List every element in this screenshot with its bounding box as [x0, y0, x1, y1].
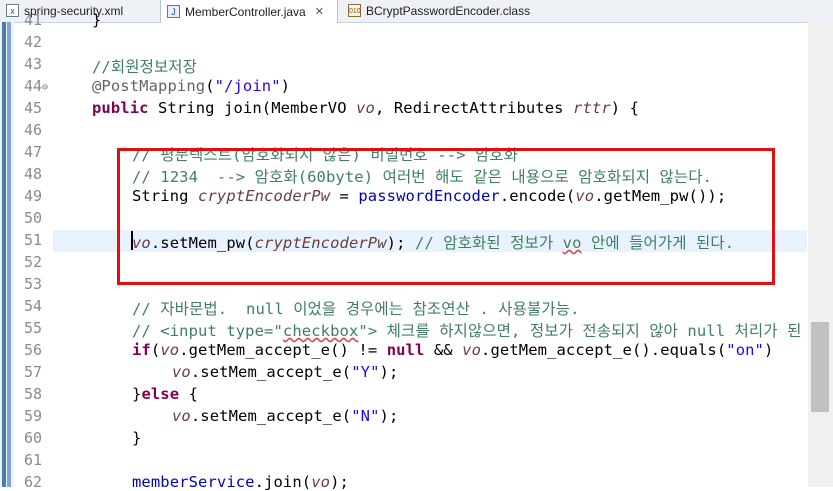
code-line[interactable]: vo.setMem_accept_e("Y");: [172, 363, 398, 381]
line-number: 57: [23, 363, 42, 381]
line-number: 51: [23, 231, 42, 249]
line-number: 52: [23, 253, 42, 271]
line-number: 41: [23, 11, 42, 29]
change-marker-bar: [2, 22, 6, 487]
code-line[interactable]: vo.setMem_accept_e("N");: [172, 407, 398, 425]
line-number: 45: [23, 99, 42, 117]
line-number: 58: [23, 385, 42, 403]
line-number: 50: [23, 209, 42, 227]
fold-toggle-icon[interactable]: ⊖: [42, 82, 48, 93]
scrollbar-thumb[interactable]: [811, 322, 829, 412]
close-tab-icon[interactable]: ✕: [315, 5, 324, 18]
tab-label: BCryptPasswordEncoder.class: [366, 3, 531, 18]
code-line[interactable]: // 자바문법. null 이었을 경우에는 참조연산 . 사용불가능.: [132, 297, 580, 319]
tab-member-controller-java[interactable]: J MemberController.java ✕: [160, 0, 338, 23]
tab-bcrypt-class[interactable]: 010 BCryptPasswordEncoder.class: [342, 0, 542, 21]
line-number: 60: [23, 429, 42, 447]
code-line[interactable]: if(vo.getMem_accept_e() != null && vo.ge…: [132, 341, 773, 359]
tab-label: MemberController.java: [185, 4, 306, 19]
line-number: 61: [23, 451, 42, 469]
change-marker-bar-secondary: [7, 22, 11, 487]
line-number: 44: [23, 77, 42, 95]
java-file-icon: J: [167, 5, 180, 18]
line-number: 48: [23, 165, 42, 183]
code-line[interactable]: }: [132, 429, 141, 447]
code-line[interactable]: }: [92, 11, 101, 29]
class-file-icon: 010: [348, 4, 361, 17]
line-number: 46: [23, 121, 42, 139]
line-number: 53: [23, 275, 42, 293]
editor-tab-bar: x spring-security.xml J MemberController…: [0, 0, 833, 23]
line-number: 55: [23, 319, 42, 337]
line-number: 54: [23, 297, 42, 315]
code-line[interactable]: public String join(MemberVO vo, Redirect…: [92, 99, 639, 117]
code-line[interactable]: }else {: [132, 385, 198, 403]
line-number: 62: [23, 473, 42, 491]
code-line[interactable]: @PostMapping("/join"): [92, 77, 290, 95]
line-number: 56: [23, 341, 42, 359]
line-number: 59: [23, 407, 42, 425]
code-line[interactable]: memberService.join(vo);: [132, 473, 349, 491]
line-number: 43: [23, 55, 42, 73]
code-line[interactable]: //회원정보저장: [92, 55, 197, 77]
line-number: 49: [23, 187, 42, 205]
xml-file-icon: x: [6, 4, 19, 17]
code-editor[interactable]: 41 42 43 44 ⊖ 45 46 47 48 49 50 51 52 53…: [0, 11, 833, 491]
highlight-annotation-box: [117, 148, 775, 285]
line-number: 42: [23, 33, 42, 51]
vertical-scrollbar[interactable]: [808, 22, 833, 487]
code-line[interactable]: // <input type="checkbox"> 체크를 하지않으면, 정보…: [132, 319, 801, 341]
line-number: 47: [23, 143, 42, 161]
